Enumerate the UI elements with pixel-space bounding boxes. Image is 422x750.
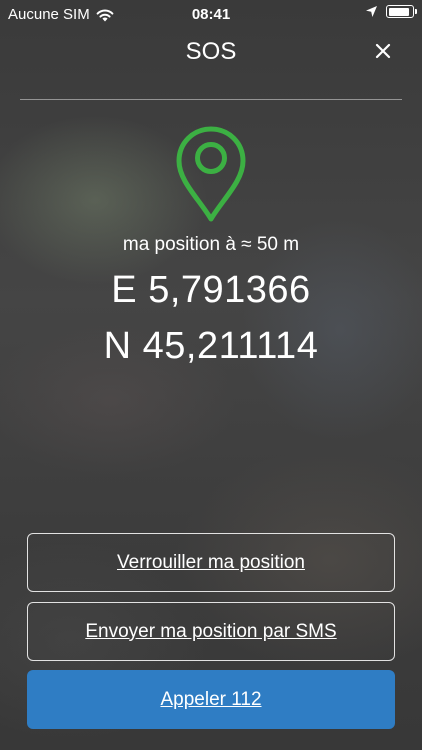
battery-level: [388, 7, 410, 16]
call-112-button[interactable]: Appeler 112: [27, 670, 395, 729]
close-icon[interactable]: [374, 42, 392, 60]
lock-position-button[interactable]: Verrouiller ma position: [27, 533, 395, 592]
east-coordinate: E 5,791366: [111, 269, 311, 311]
clock: 08:41: [191, 6, 231, 23]
position-precision: ma position à ≈ 50 m: [122, 234, 300, 255]
map-pin-icon: [176, 126, 246, 222]
location-arrow-icon: [366, 6, 377, 17]
north-coordinate: N 45,211114: [103, 325, 319, 367]
battery-icon: [386, 5, 417, 18]
page-title: SOS: [185, 38, 237, 65]
status-bar: Aucune SIM 08:41: [0, 0, 422, 30]
status-indicators: [365, 5, 417, 18]
call-112-label: Appeler 112: [160, 688, 262, 710]
header-divider: [20, 99, 402, 100]
lock-position-label: Verrouiller ma position: [117, 551, 305, 573]
send-sms-label: Envoyer ma position par SMS: [85, 620, 337, 642]
send-sms-button[interactable]: Envoyer ma position par SMS: [27, 602, 395, 661]
